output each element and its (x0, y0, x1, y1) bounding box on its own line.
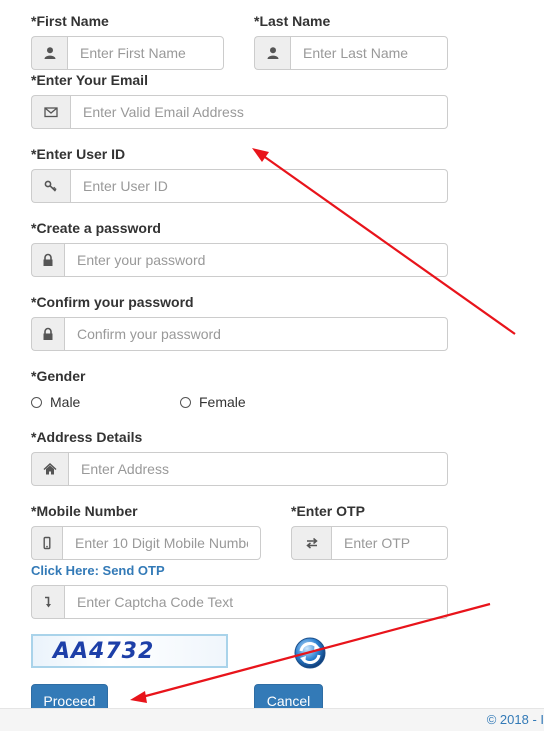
footer: © 2018 - I (0, 708, 544, 731)
envelope-icon (31, 95, 70, 129)
lock-icon (31, 243, 64, 277)
confirm-password-group (31, 317, 448, 351)
user-id-label: *Enter User ID (31, 146, 126, 162)
mobile-input[interactable] (62, 526, 261, 560)
gender-male-option[interactable]: Male (31, 394, 80, 410)
gender-female-option[interactable]: Female (180, 394, 246, 410)
address-label: *Address Details (31, 429, 143, 445)
male-radio-label: Male (50, 394, 81, 410)
captcha-text: AA4732 (53, 638, 155, 664)
annotation-arrowhead-proceed (130, 691, 147, 703)
email-group (31, 95, 448, 129)
otp-input[interactable] (331, 526, 448, 560)
password-input[interactable] (64, 243, 448, 277)
last-name-label: *Last Name (254, 13, 331, 29)
first-name-group (31, 36, 224, 70)
password-label: *Create a password (31, 220, 161, 236)
first-name-input[interactable] (67, 36, 224, 70)
otp-label: *Enter OTP (291, 503, 365, 519)
captcha-input-group (31, 585, 448, 619)
lock-icon (31, 317, 64, 351)
user-icon (31, 36, 67, 70)
level-down-icon (31, 585, 64, 619)
mobile-group (31, 526, 261, 560)
exchange-icon (291, 526, 331, 560)
footer-copyright: © 2018 - I (486, 712, 544, 727)
address-group (31, 452, 448, 486)
user-id-input[interactable] (70, 169, 448, 203)
captcha-input[interactable] (64, 585, 448, 619)
otp-group (291, 526, 448, 560)
mobile-phone-icon (31, 526, 62, 560)
last-name-input[interactable] (290, 36, 448, 70)
email-label: *Enter Your Email (31, 72, 148, 88)
gender-label: *Gender (31, 368, 86, 384)
last-name-group (254, 36, 448, 70)
annotation-arrowhead-email (252, 148, 269, 162)
female-radio-label: Female (199, 394, 246, 410)
user-icon (254, 36, 290, 70)
female-radio[interactable] (180, 396, 191, 408)
email-input[interactable] (70, 95, 448, 129)
address-input[interactable] (68, 452, 448, 486)
captcha-image: AA4732 (31, 634, 228, 668)
confirm-password-label: *Confirm your password (31, 294, 194, 310)
first-name-label: *First Name (31, 13, 109, 29)
confirm-password-input[interactable] (64, 317, 448, 351)
key-icon (31, 169, 70, 203)
mobile-label: *Mobile Number (31, 503, 138, 519)
password-group (31, 243, 448, 277)
send-otp-link[interactable]: Click Here: Send OTP (31, 563, 165, 578)
refresh-captcha-icon[interactable] (293, 636, 327, 670)
male-radio[interactable] (31, 396, 42, 408)
home-icon (31, 452, 68, 486)
user-id-group (31, 169, 448, 203)
